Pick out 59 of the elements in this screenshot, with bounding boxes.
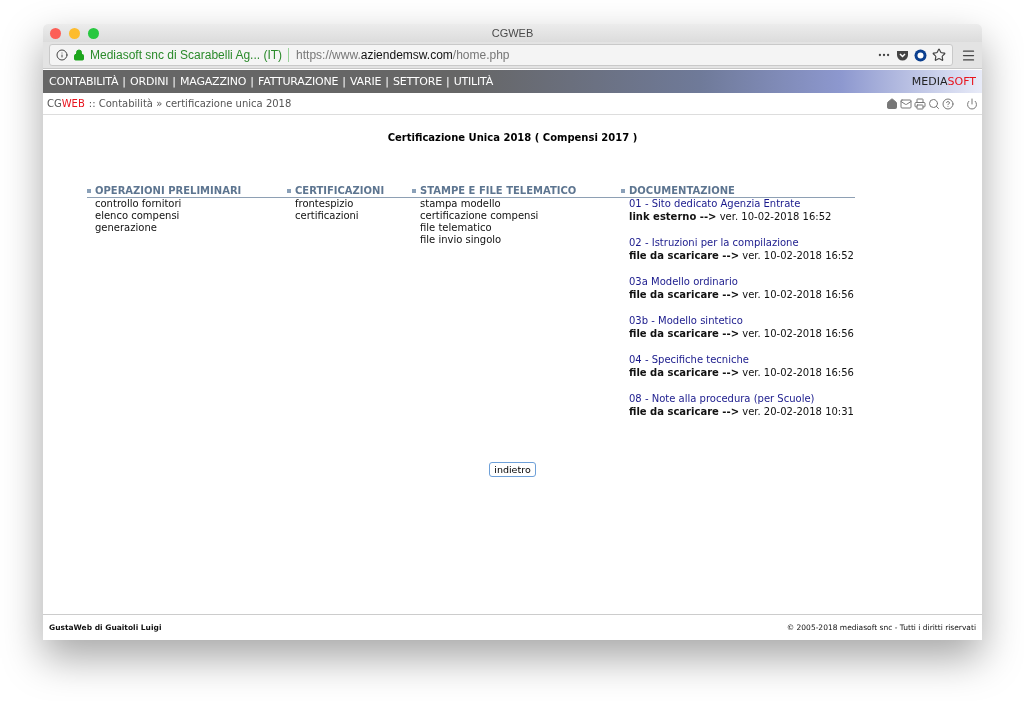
star-icon[interactable] [932,48,946,62]
site-identity[interactable]: Mediasoft snc di Scarabelli Ag... (IT) [90,48,290,62]
menu-item[interactable]: CONTABILITÀ [49,75,119,88]
document-info: link esterno --> ver. 10-02-2018 16:52 [629,210,833,223]
menu-link[interactable]: certificazioni [295,210,412,222]
app-logo: CGWEB [47,98,85,109]
page-title: Certificazione Unica 2018 ( Compensi 2017 ) [386,132,639,143]
menu-link[interactable]: frontespizio [295,198,412,210]
document-link[interactable]: 03a Modello ordinario [629,276,855,289]
address-bar[interactable]: Mediasoft snc di Scarabelli Ag... (IT) https://www.aziendemsw.com/home.php [49,44,953,66]
help-icon[interactable] [942,97,954,110]
document-info: file da scaricare --> ver. 10-02-2018 16:56 [629,366,855,379]
document-link[interactable]: 03b - Modello sintetico [629,315,855,328]
document-link[interactable]: 01 - Sito dedicato Agenzia Entrate [629,198,855,211]
menu-link[interactable]: file invio singolo [420,234,621,246]
menu-item[interactable]: VARIE [350,75,382,88]
document-link[interactable]: 04 - Specifiche tecniche [629,354,855,367]
document-link[interactable]: 02 - Istruzioni per la compilazione [629,237,855,250]
section-heading: DOCUMENTAZIONE [621,185,855,198]
menu-link[interactable]: elenco compensi [95,210,287,222]
menu-separator: | [172,75,177,88]
url-text[interactable]: https://www.aziendemsw.com/home.php [294,48,872,62]
section-heading: STAMPE E FILE TELEMATICO [412,185,621,198]
menu-item[interactable]: ORDINI [130,75,169,88]
document-info: file da scaricare --> ver. 10-02-2018 16:56 [629,327,855,340]
menu-separator: | [250,75,255,88]
menu-link[interactable]: generazione [95,222,287,234]
breadcrumb: :: Contabilità » certificazione unica 2018 [88,98,292,109]
close-icon[interactable] [50,28,61,39]
lock-icon [73,49,85,61]
menu-separator: | [385,75,389,88]
menu-link[interactable]: certificazione compensi [420,210,621,222]
power-icon[interactable] [966,97,978,110]
document-info: file da scaricare --> ver. 10-02-2018 16:56 [629,288,855,301]
menu-item[interactable]: MAGAZZINO [180,75,247,88]
menu-icon[interactable] [961,47,976,63]
home-icon[interactable] [886,97,898,110]
menu-separator: | [445,75,450,88]
menu-item[interactable]: UTILITÀ [453,75,494,88]
menu-link[interactable]: controllo fornitori [95,198,287,210]
shield-icon[interactable] [896,48,909,62]
section-heading: CERTIFICAZIONI [287,185,412,198]
menu-item[interactable]: SETTORE [392,75,442,88]
mail-icon[interactable] [900,97,912,110]
menu-link[interactable]: stampa modello [420,198,621,210]
brand-logo: MEDIASOFT [911,75,976,88]
info-icon[interactable] [56,49,68,61]
menu-separator: | [122,75,127,88]
menu-item[interactable]: FATTURAZIONE [258,75,339,88]
section-heading: OPERAZIONI PRELIMINARI [87,185,287,198]
window-title: CGWEB [491,27,534,39]
search-icon[interactable] [928,97,940,110]
document-info: file da scaricare --> ver. 20-02-2018 10:31 [629,405,855,418]
back-button[interactable]: indietro [489,462,536,477]
document-link[interactable]: 08 - Note alla procedura (per Scuole) [629,393,855,406]
menu-link[interactable]: file telematico [420,222,621,234]
menu-separator: | [342,75,346,88]
document-info: file da scaricare --> ver. 10-02-2018 16:52 [629,249,855,262]
printer-icon[interactable] [914,97,926,110]
